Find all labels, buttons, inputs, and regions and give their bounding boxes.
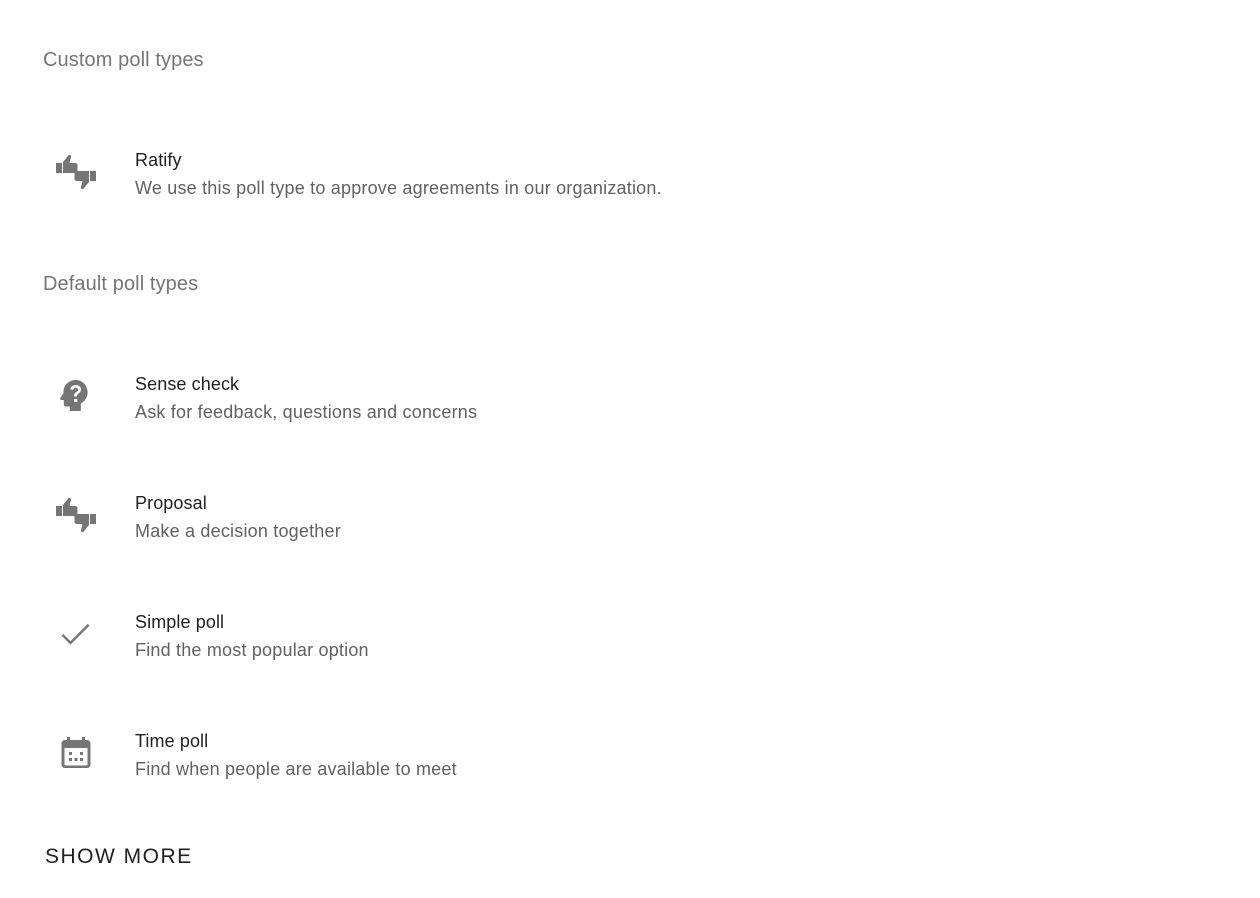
poll-type-title: Time poll xyxy=(135,731,209,751)
custom-poll-types-heading: Custom poll types xyxy=(43,49,204,71)
calendar-icon xyxy=(52,729,100,777)
poll-type-description: Make a decision together xyxy=(135,521,341,541)
poll-type-description: Ask for feedback, questions and concerns xyxy=(135,402,478,422)
default-poll-types-heading: Default poll types xyxy=(43,273,199,295)
head-question-icon xyxy=(52,372,100,420)
thumbs-up-down-icon xyxy=(52,148,100,196)
poll-type-title: Ratify xyxy=(135,150,182,170)
poll-type-description: Find the most popular option xyxy=(135,640,369,660)
thumbs-up-down-icon xyxy=(52,491,100,539)
poll-type-ratify[interactable]: Ratify We use this poll type to approve … xyxy=(0,137,1260,207)
poll-type-proposal[interactable]: Proposal Make a decision together xyxy=(0,480,1260,550)
show-more-button[interactable]: SHOW MORE xyxy=(33,834,205,880)
poll-type-description: We use this poll type to approve agreeme… xyxy=(135,178,662,198)
check-icon xyxy=(52,610,100,658)
poll-type-simple-poll[interactable]: Simple poll Find the most popular option xyxy=(0,599,1260,669)
poll-type-time-poll[interactable]: Time poll Find when people are available… xyxy=(0,718,1260,788)
poll-type-title: Sense check xyxy=(135,374,240,394)
poll-type-sense-check[interactable]: Sense check Ask for feedback, questions … xyxy=(0,361,1260,431)
poll-type-description: Find when people are available to meet xyxy=(135,759,457,779)
poll-type-title: Simple poll xyxy=(135,612,225,632)
poll-type-title: Proposal xyxy=(135,493,207,513)
